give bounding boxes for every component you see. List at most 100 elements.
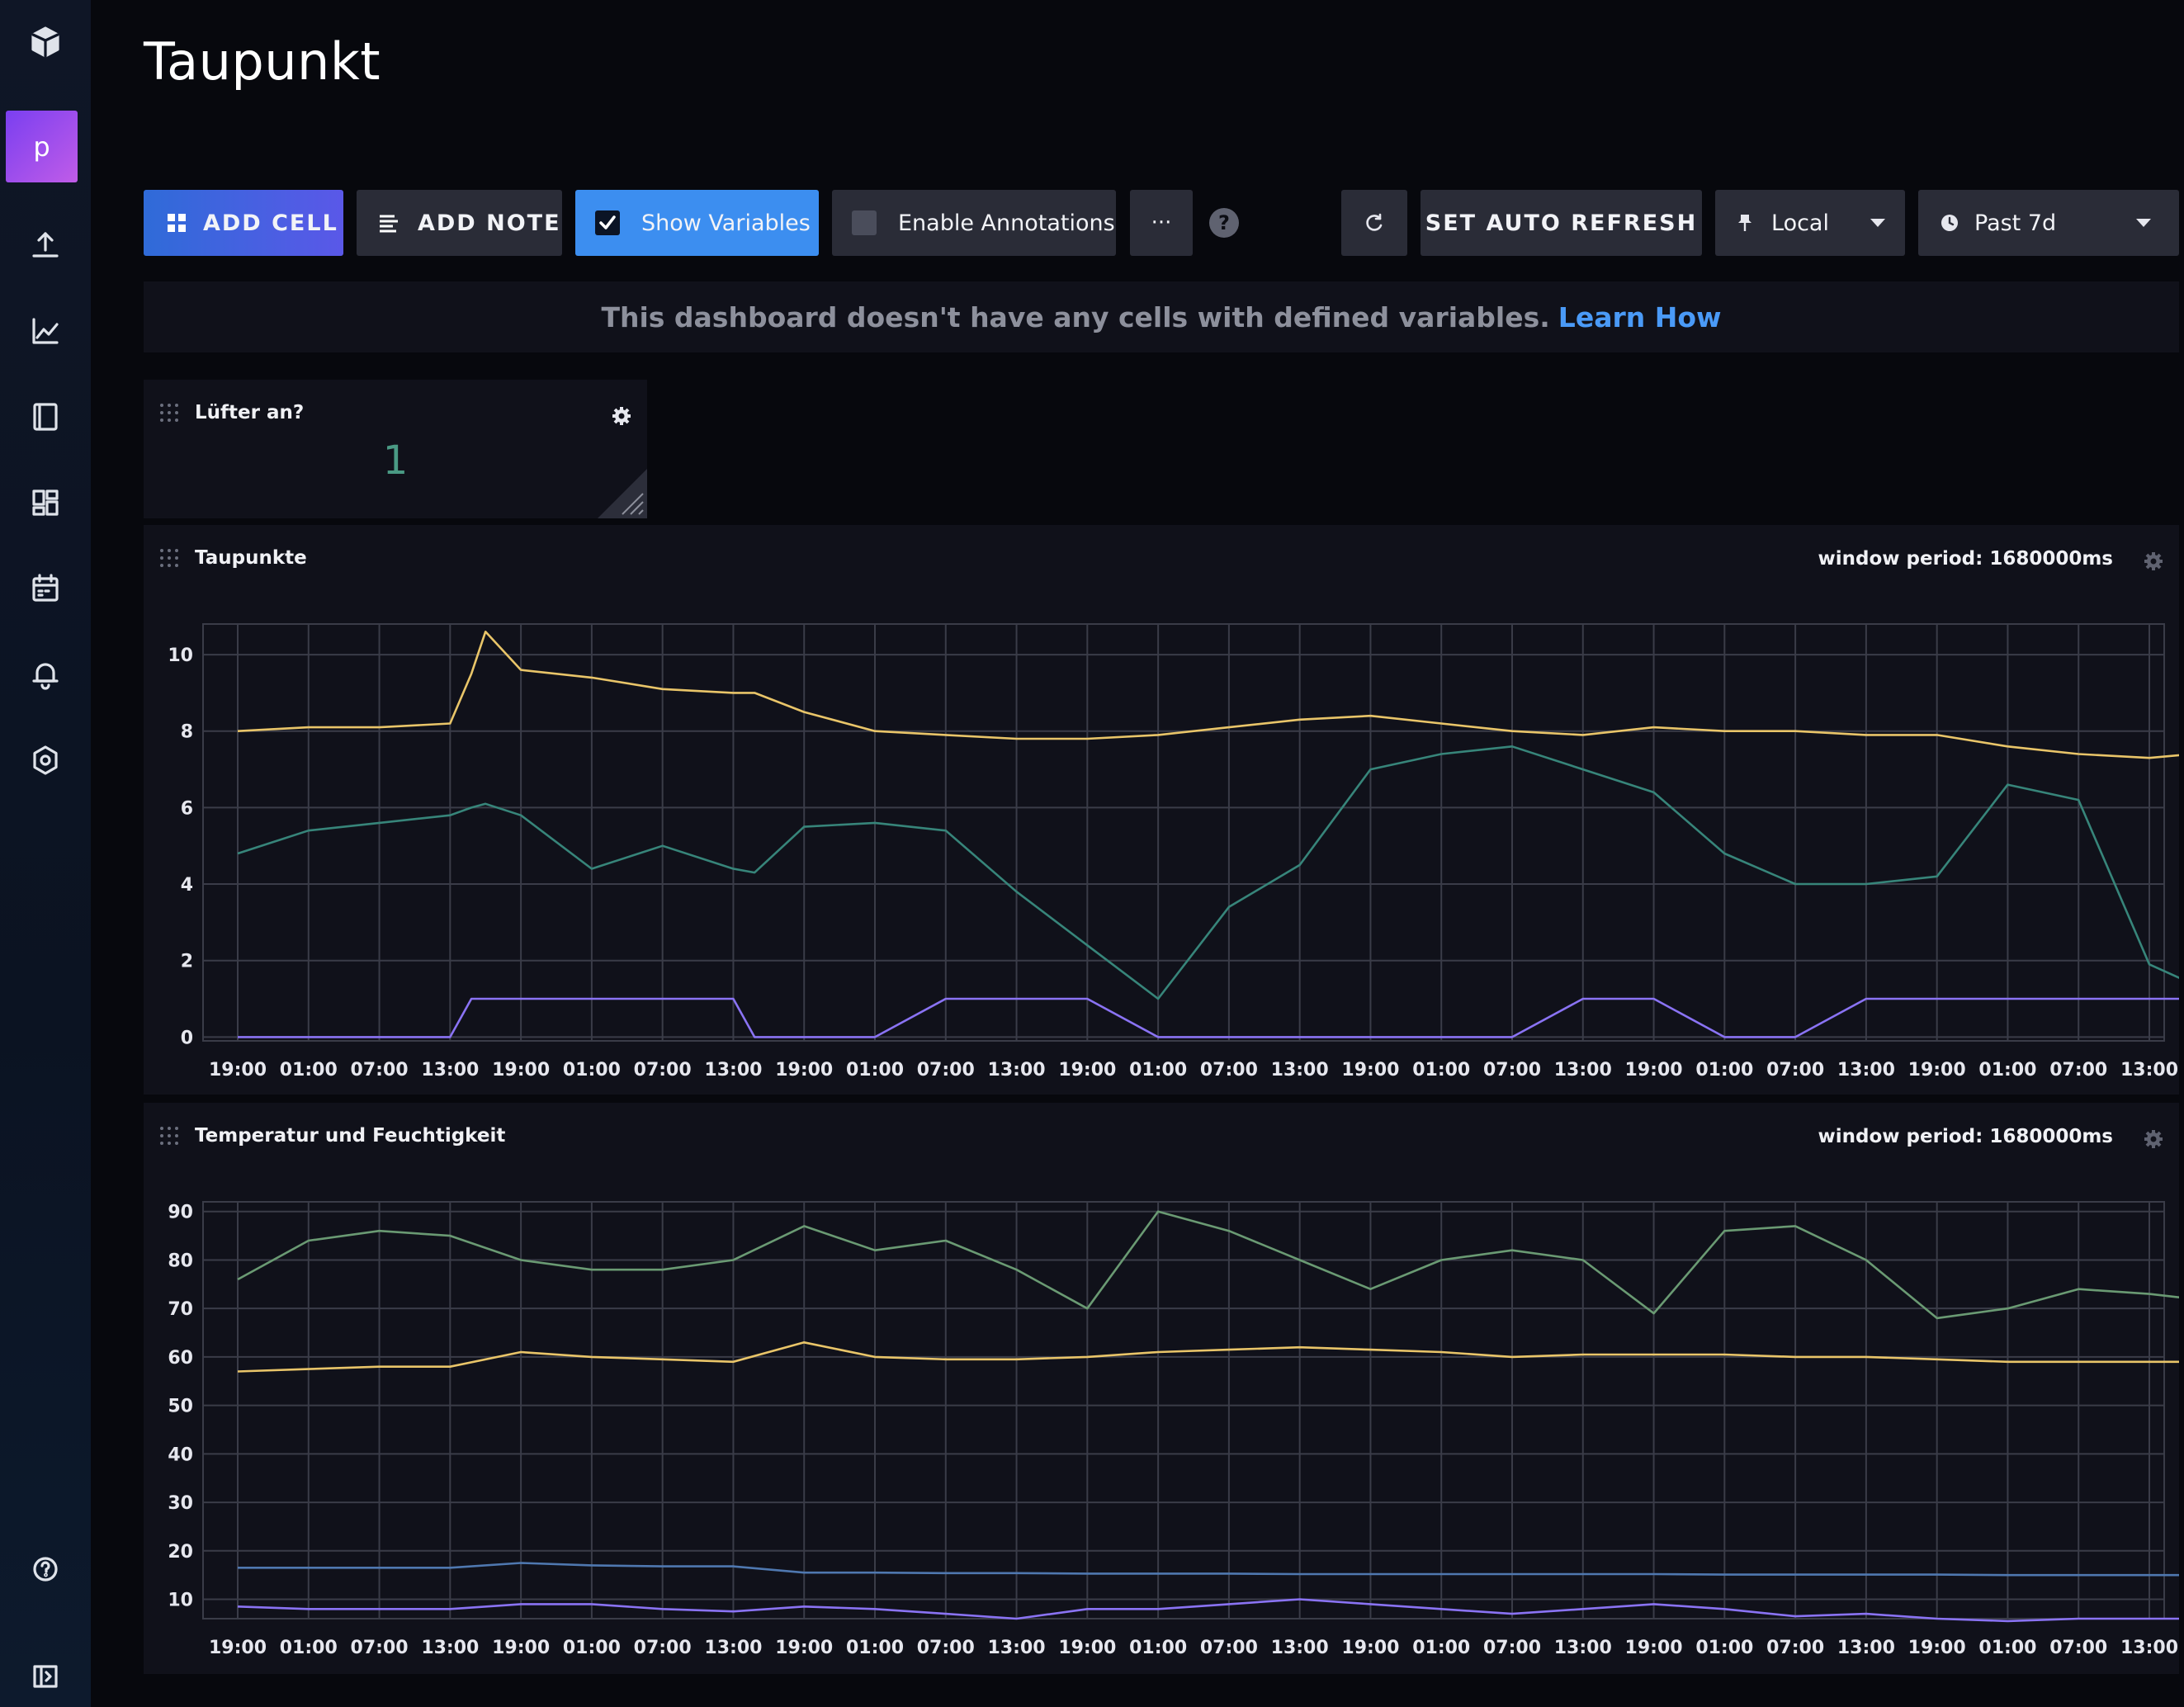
enable-annotations-toggle[interactable]: Enable Annotations: [832, 190, 1116, 256]
x-tick-label: 13:00: [421, 1060, 479, 1080]
x-tick-label: 13:00: [1554, 1060, 1612, 1080]
y-tick-label: 10: [168, 1591, 193, 1611]
y-tick-label: 2: [181, 952, 193, 972]
temperature-humidity-line-chart[interactable]: 10 20 30 40 50 60 70 80 90 19:00 01:00 07:00 13:00 19…: [144, 1161, 2179, 1672]
calendar-icon[interactable]: [18, 561, 73, 616]
window-period-label: window period: 1680000ms: [1818, 548, 2113, 570]
help-glyph: ?: [1218, 211, 1230, 234]
learn-how-link[interactable]: Learn How: [1558, 301, 1722, 333]
x-tick-label: 19:00: [492, 1638, 550, 1658]
variables-notice: This dashboard doesn't have any cells wi…: [144, 281, 2179, 352]
x-tick-label: 07:00: [2049, 1638, 2107, 1658]
set-auto-refresh-button[interactable]: SET AUTO REFRESH: [1421, 190, 1702, 256]
show-variables-checkbox[interactable]: [595, 210, 620, 235]
pin-icon: [1738, 215, 1751, 231]
add-cell-button[interactable]: ADD CELL: [144, 190, 343, 256]
y-tick-label: 0: [181, 1028, 193, 1048]
drag-handle-icon[interactable]: [160, 404, 178, 422]
add-note-button[interactable]: ADD NOTE: [357, 190, 562, 256]
more-options-button[interactable]: ···: [1130, 190, 1193, 256]
resize-handle-icon[interactable]: [598, 469, 647, 518]
dewpoint-line-chart[interactable]: 0 2 4 6 8 10 19:00 01:00 07:00 13:00 19:00 01:00 07:…: [144, 583, 2179, 1095]
y-tick-label: 30: [168, 1493, 193, 1514]
y-tick-label: 10: [168, 645, 193, 666]
cell-title: Taupunkte: [195, 547, 307, 569]
cell-gear-icon[interactable]: [611, 405, 632, 427]
book-icon[interactable]: [18, 390, 73, 444]
x-tick-label: 01:00: [846, 1060, 904, 1080]
series-line-1: [237, 1210, 2179, 1320]
x-tick-label: 07:00: [634, 1638, 692, 1658]
dashboards-icon[interactable]: [18, 475, 73, 530]
show-variables-toggle[interactable]: Show Variables: [575, 190, 819, 256]
cell-title: Lüfter an?: [195, 402, 305, 423]
gear-icon[interactable]: [18, 733, 73, 787]
time-range-dropdown[interactable]: Past 7d: [1918, 190, 2179, 256]
cell-gear-icon[interactable]: [2143, 1128, 2164, 1150]
y-tick-label: 40: [168, 1445, 193, 1465]
series-line-3: [238, 1562, 2179, 1577]
org-initial: p: [33, 130, 50, 163]
page-title: Taupunkt: [144, 31, 381, 92]
dewpoint-chart-cell: Taupunkte window period: 1680000ms 0 2 4 6 8…: [144, 525, 2179, 1095]
x-tick-label: 07:00: [351, 1638, 409, 1658]
cell-gear-icon[interactable]: [2143, 551, 2164, 572]
fan-status-cell: Lüfter an? 1: [144, 380, 647, 518]
influx-logo-icon[interactable]: [18, 15, 73, 69]
bell-icon[interactable]: [18, 647, 73, 702]
add-note-label: ADD NOTE: [418, 210, 561, 236]
timezone-value: Local: [1771, 210, 1829, 236]
help-icon[interactable]: ?: [1209, 208, 1239, 238]
org-avatar[interactable]: p: [6, 111, 78, 182]
x-tick-label: 01:00: [1978, 1060, 2036, 1080]
x-tick-label: 13:00: [2120, 1638, 2178, 1658]
x-tick-label: 13:00: [704, 1638, 762, 1658]
y-tick-label: 90: [168, 1203, 193, 1223]
x-tick-label: 13:00: [988, 1638, 1046, 1658]
x-tick-label: 19:00: [1341, 1638, 1399, 1658]
x-tick-label: 19:00: [492, 1060, 550, 1080]
chevron-down-icon: [2136, 219, 2151, 227]
x-tick-label: 13:00: [704, 1060, 762, 1080]
x-tick-label: 13:00: [988, 1060, 1046, 1080]
drag-handle-icon[interactable]: [160, 1127, 178, 1145]
x-tick-label: 13:00: [1554, 1638, 1612, 1658]
plot-frame: [202, 623, 2165, 1042]
x-tick-label: 07:00: [917, 1638, 975, 1658]
x-tick-label: 19:00: [1908, 1638, 1966, 1658]
x-tick-label: 19:00: [209, 1638, 267, 1658]
x-tick-label: 01:00: [1129, 1638, 1187, 1658]
x-tick-label: 19:00: [1058, 1638, 1116, 1658]
chevron-down-icon: [1870, 219, 1885, 227]
x-tick-label: 07:00: [1483, 1060, 1541, 1080]
x-tick-label: 13:00: [1837, 1638, 1895, 1658]
graph-icon[interactable]: [18, 304, 73, 358]
stat-number: 1: [382, 437, 409, 484]
y-tick-label: 6: [181, 798, 193, 819]
x-tick-label: 19:00: [1341, 1060, 1399, 1080]
drag-handle-icon[interactable]: [160, 549, 178, 567]
x-tick-label: 07:00: [2049, 1060, 2107, 1080]
enable-annotations-checkbox[interactable]: [852, 210, 877, 235]
x-tick-label: 01:00: [846, 1638, 904, 1658]
x-tick-label: 01:00: [280, 1638, 338, 1658]
enable-annotations-label: Enable Annotations: [898, 210, 1115, 236]
series-line-4: [237, 1598, 2179, 1623]
timezone-dropdown[interactable]: Local: [1715, 190, 1905, 256]
help-icon[interactable]: [18, 1542, 73, 1596]
x-tick-label: 19:00: [775, 1638, 833, 1658]
clock-icon: [1941, 215, 1958, 231]
x-tick-label: 19:00: [1625, 1638, 1683, 1658]
time-range-value: Past 7d: [1974, 210, 2057, 236]
y-tick-label: 50: [168, 1397, 193, 1417]
check-icon: [599, 215, 616, 229]
upload-icon[interactable]: [18, 218, 73, 272]
x-tick-label: 13:00: [1271, 1060, 1329, 1080]
sidebar-collapse-icon[interactable]: [18, 1649, 73, 1704]
refresh-button[interactable]: [1341, 190, 1407, 256]
temperature-humidity-chart-cell: Temperatur und Feuchtigkeit window perio…: [144, 1103, 2179, 1674]
x-tick-label: 01:00: [563, 1060, 621, 1080]
window-period-label: window period: 1680000ms: [1818, 1126, 2113, 1147]
refresh-icon: [1366, 213, 1383, 231]
x-tick-label: 19:00: [209, 1060, 267, 1080]
